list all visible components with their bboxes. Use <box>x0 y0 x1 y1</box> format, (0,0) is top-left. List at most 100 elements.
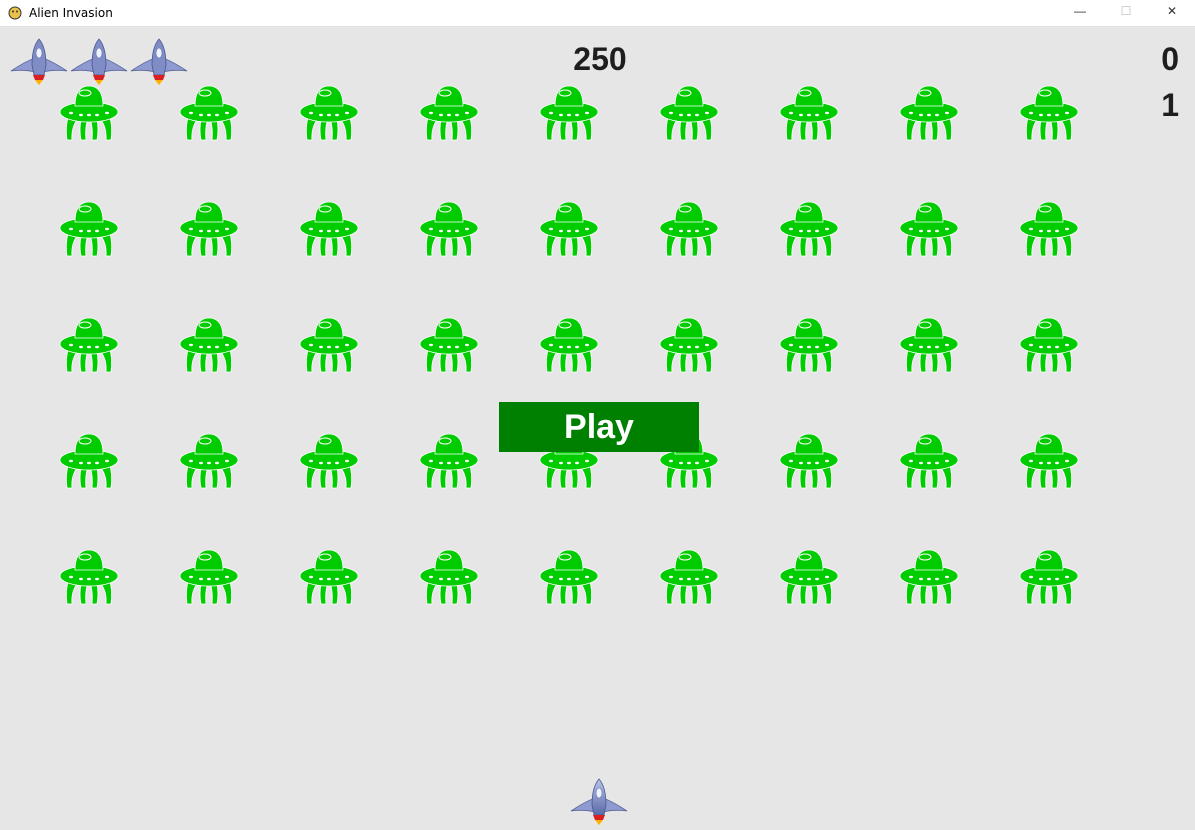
rocket-ship-icon <box>10 38 68 85</box>
ship-life <box>129 37 189 85</box>
player-ship <box>568 777 630 825</box>
alien <box>179 200 239 258</box>
ufo-alien-icon <box>779 549 839 605</box>
ufo-alien-icon <box>179 433 239 489</box>
alien <box>419 548 479 606</box>
ufo-alien-icon <box>299 433 359 489</box>
ufo-alien-icon <box>179 201 239 257</box>
play-button[interactable]: Play <box>499 402 699 452</box>
alien <box>299 200 359 258</box>
minimize-button[interactable]: — <box>1057 0 1103 22</box>
window-controls: — ☐ ✕ <box>1057 0 1195 26</box>
alien <box>1019 432 1079 490</box>
alien <box>899 316 959 374</box>
ufo-alien-icon <box>419 549 479 605</box>
alien <box>899 84 959 142</box>
ufo-alien-icon <box>1019 317 1079 373</box>
ufo-alien-icon <box>299 549 359 605</box>
alien <box>1019 200 1079 258</box>
alien <box>779 548 839 606</box>
alien <box>1019 316 1079 374</box>
alien <box>539 200 599 258</box>
ufo-alien-icon <box>179 85 239 141</box>
ufo-alien-icon <box>539 85 599 141</box>
alien <box>299 316 359 374</box>
alien <box>659 548 719 606</box>
alien <box>419 200 479 258</box>
ufo-alien-icon <box>899 433 959 489</box>
ufo-alien-icon <box>179 317 239 373</box>
ship-life <box>69 37 129 85</box>
rocket-ship-icon <box>130 38 188 85</box>
ufo-alien-icon <box>899 317 959 373</box>
alien <box>299 84 359 142</box>
ufo-alien-icon <box>299 201 359 257</box>
rocket-ship-icon <box>570 778 628 825</box>
ufo-alien-icon <box>539 549 599 605</box>
alien <box>59 84 119 142</box>
ufo-alien-icon <box>59 201 119 257</box>
ufo-alien-icon <box>299 85 359 141</box>
alien <box>299 432 359 490</box>
alien <box>419 84 479 142</box>
ufo-alien-icon <box>899 85 959 141</box>
ufo-alien-icon <box>59 85 119 141</box>
close-button[interactable]: ✕ <box>1149 0 1195 22</box>
alien <box>899 200 959 258</box>
ufo-alien-icon <box>659 85 719 141</box>
alien <box>899 548 959 606</box>
ufo-alien-icon <box>59 433 119 489</box>
alien <box>59 432 119 490</box>
game-screen: 250 0 1 Play <box>0 27 1195 825</box>
ufo-alien-icon <box>779 433 839 489</box>
ship-life <box>9 37 69 85</box>
ufo-alien-icon <box>659 317 719 373</box>
rocket-ship-icon <box>70 38 128 85</box>
alien <box>419 316 479 374</box>
alien <box>539 548 599 606</box>
ufo-alien-icon <box>899 549 959 605</box>
alien <box>59 200 119 258</box>
ufo-alien-icon <box>659 201 719 257</box>
ufo-alien-icon <box>779 201 839 257</box>
ufo-alien-icon <box>59 317 119 373</box>
ufo-alien-icon <box>59 549 119 605</box>
alien <box>59 548 119 606</box>
alien <box>1019 548 1079 606</box>
alien <box>659 316 719 374</box>
alien <box>539 316 599 374</box>
ufo-alien-icon <box>659 549 719 605</box>
pygame-snake-icon <box>7 5 23 21</box>
ufo-alien-icon <box>779 317 839 373</box>
alien <box>779 316 839 374</box>
alien <box>779 84 839 142</box>
alien <box>419 432 479 490</box>
ufo-alien-icon <box>539 317 599 373</box>
window-titlebar: Alien Invasion — ☐ ✕ <box>0 0 1195 27</box>
ufo-alien-icon <box>419 201 479 257</box>
high-score-display: 0 <box>1161 41 1179 77</box>
alien <box>1019 84 1079 142</box>
ufo-alien-icon <box>899 201 959 257</box>
alien <box>179 84 239 142</box>
alien <box>659 84 719 142</box>
ufo-alien-icon <box>1019 549 1079 605</box>
ufo-alien-icon <box>1019 433 1079 489</box>
ufo-alien-icon <box>1019 85 1079 141</box>
alien <box>659 200 719 258</box>
maximize-button[interactable]: ☐ <box>1103 0 1149 22</box>
score-display: 250 <box>573 41 627 77</box>
ufo-alien-icon <box>779 85 839 141</box>
ufo-alien-icon <box>419 317 479 373</box>
ufo-alien-icon <box>539 201 599 257</box>
alien <box>779 200 839 258</box>
ufo-alien-icon <box>419 85 479 141</box>
alien <box>899 432 959 490</box>
alien <box>179 432 239 490</box>
ufo-alien-icon <box>1019 201 1079 257</box>
alien <box>179 316 239 374</box>
alien <box>779 432 839 490</box>
ufo-alien-icon <box>419 433 479 489</box>
alien <box>59 316 119 374</box>
alien <box>299 548 359 606</box>
